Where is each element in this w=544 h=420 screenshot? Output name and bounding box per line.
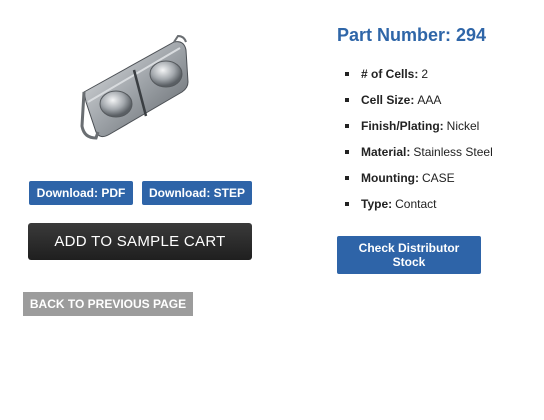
spec-key: Mounting:: [361, 171, 419, 185]
bullet-icon: [345, 150, 349, 154]
bullet-icon: [345, 202, 349, 206]
bullet-icon: [345, 72, 349, 76]
spec-item-cells: # of Cells: 2: [345, 66, 493, 92]
spec-value: AAA: [417, 93, 442, 107]
spec-item-material: Material: Stainless Steel: [345, 144, 493, 170]
download-step-button[interactable]: Download: STEP: [142, 181, 252, 205]
spec-item-mounting: Mounting: CASE: [345, 170, 493, 196]
bullet-icon: [345, 98, 349, 102]
bullet-icon: [345, 176, 349, 180]
spec-value: Stainless Steel: [413, 145, 493, 159]
spec-key: # of Cells:: [361, 67, 419, 81]
spec-item-finish: Finish/Plating: Nickel: [345, 118, 493, 144]
add-to-sample-cart-button[interactable]: ADD TO SAMPLE CART: [28, 223, 252, 260]
spec-list: # of Cells: 2 Cell Size: AAA Finish/Platin…: [345, 66, 493, 222]
bullet-icon: [345, 124, 349, 128]
product-image: [70, 30, 200, 156]
metal-clip-contact-icon: [80, 34, 189, 140]
spec-key: Material:: [361, 145, 411, 159]
download-pdf-button[interactable]: Download: PDF: [29, 181, 133, 205]
spec-key: Type:: [361, 197, 393, 211]
spec-item-cell-size: Cell Size: AAA: [345, 92, 493, 118]
back-to-previous-page-button[interactable]: BACK TO PREVIOUS PAGE: [23, 292, 193, 316]
spec-value: Contact: [395, 197, 437, 211]
check-distributor-stock-button[interactable]: Check Distributor Stock: [337, 236, 481, 274]
spec-value: CASE: [421, 171, 455, 185]
spec-value: Nickel: [446, 119, 480, 133]
spec-value: 2: [421, 67, 429, 81]
spec-key: Cell Size:: [361, 93, 415, 107]
spec-item-type: Type: Contact: [345, 196, 493, 222]
distributor-label-line2: Stock: [392, 255, 426, 269]
part-number-title: Part Number: 294: [337, 25, 487, 45]
distributor-label-line1: Check Distributor: [358, 241, 460, 255]
spec-key: Finish/Plating:: [361, 119, 444, 133]
